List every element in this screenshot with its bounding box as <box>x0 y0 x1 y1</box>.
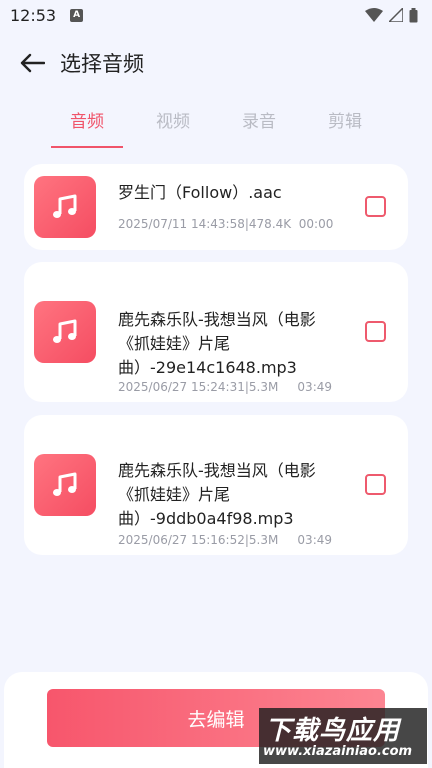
file-card[interactable]: 罗生门（Follow）.aac 2025/07/11 14:43:58|478.… <box>24 164 408 250</box>
select-checkbox[interactable] <box>365 474 386 495</box>
watermark-logo: 下载鸟应用 www.xiazainiao.com <box>259 708 427 764</box>
tab-clips-label: 剪辑 <box>328 112 362 132</box>
back-button[interactable] <box>12 43 52 83</box>
status-bar: 12:53 A <box>0 0 432 30</box>
tab-active-indicator <box>51 146 123 148</box>
media-tabs: 音频 视频 录音 剪辑 <box>44 104 388 148</box>
tab-video[interactable]: 视频 <box>130 104 216 148</box>
select-checkbox[interactable] <box>365 321 386 342</box>
tab-video-label: 视频 <box>156 112 190 132</box>
file-meta: 2025/06/27 15:16:52|5.3M 03:49 <box>118 533 333 547</box>
file-name: 罗生门（Follow）.aac <box>118 183 282 202</box>
battery-icon <box>409 7 418 22</box>
arrow-left-icon <box>20 53 45 73</box>
tab-audio-label: 音频 <box>70 112 104 132</box>
music-note-icon <box>34 301 96 363</box>
file-name: 鹿先森乐队-我想当风（电影《抓娃娃》片尾曲）-29e14c1648.mp3 <box>118 310 316 377</box>
tab-clips[interactable]: 剪辑 <box>302 104 388 148</box>
file-meta: 2025/07/11 14:43:58|478.4K 00:00 <box>118 217 334 231</box>
watermark-url: www.xiazainiao.com <box>263 744 413 759</box>
tab-recording[interactable]: 录音 <box>216 104 302 148</box>
music-note-icon <box>34 176 96 238</box>
wifi-icon <box>365 8 383 22</box>
watermark-title: 下载鸟应用 <box>265 716 401 746</box>
status-time: 12:53 <box>10 5 57 25</box>
file-card[interactable]: 鹿先森乐队-我想当风（电影《抓娃娃》片尾曲）-9ddb0a4f98.mp3 20… <box>24 415 408 555</box>
music-note-icon <box>34 454 96 516</box>
tab-recording-label: 录音 <box>242 112 276 132</box>
signal-icon <box>389 8 403 22</box>
notification-a-icon: A <box>70 8 84 22</box>
page-title: 选择音频 <box>60 52 144 76</box>
file-meta: 2025/06/27 15:24:31|5.3M 03:49 <box>118 380 333 394</box>
select-checkbox[interactable] <box>365 196 386 217</box>
file-name: 鹿先森乐队-我想当风（电影《抓娃娃》片尾曲）-9ddb0a4f98.mp3 <box>118 461 316 528</box>
app-header: 选择音频 <box>0 40 432 86</box>
status-icons <box>365 7 418 23</box>
file-card[interactable]: 鹿先森乐队-我想当风（电影《抓娃娃》片尾曲）-29e14c1648.mp3 20… <box>24 262 408 402</box>
tab-audio[interactable]: 音频 <box>44 104 130 148</box>
